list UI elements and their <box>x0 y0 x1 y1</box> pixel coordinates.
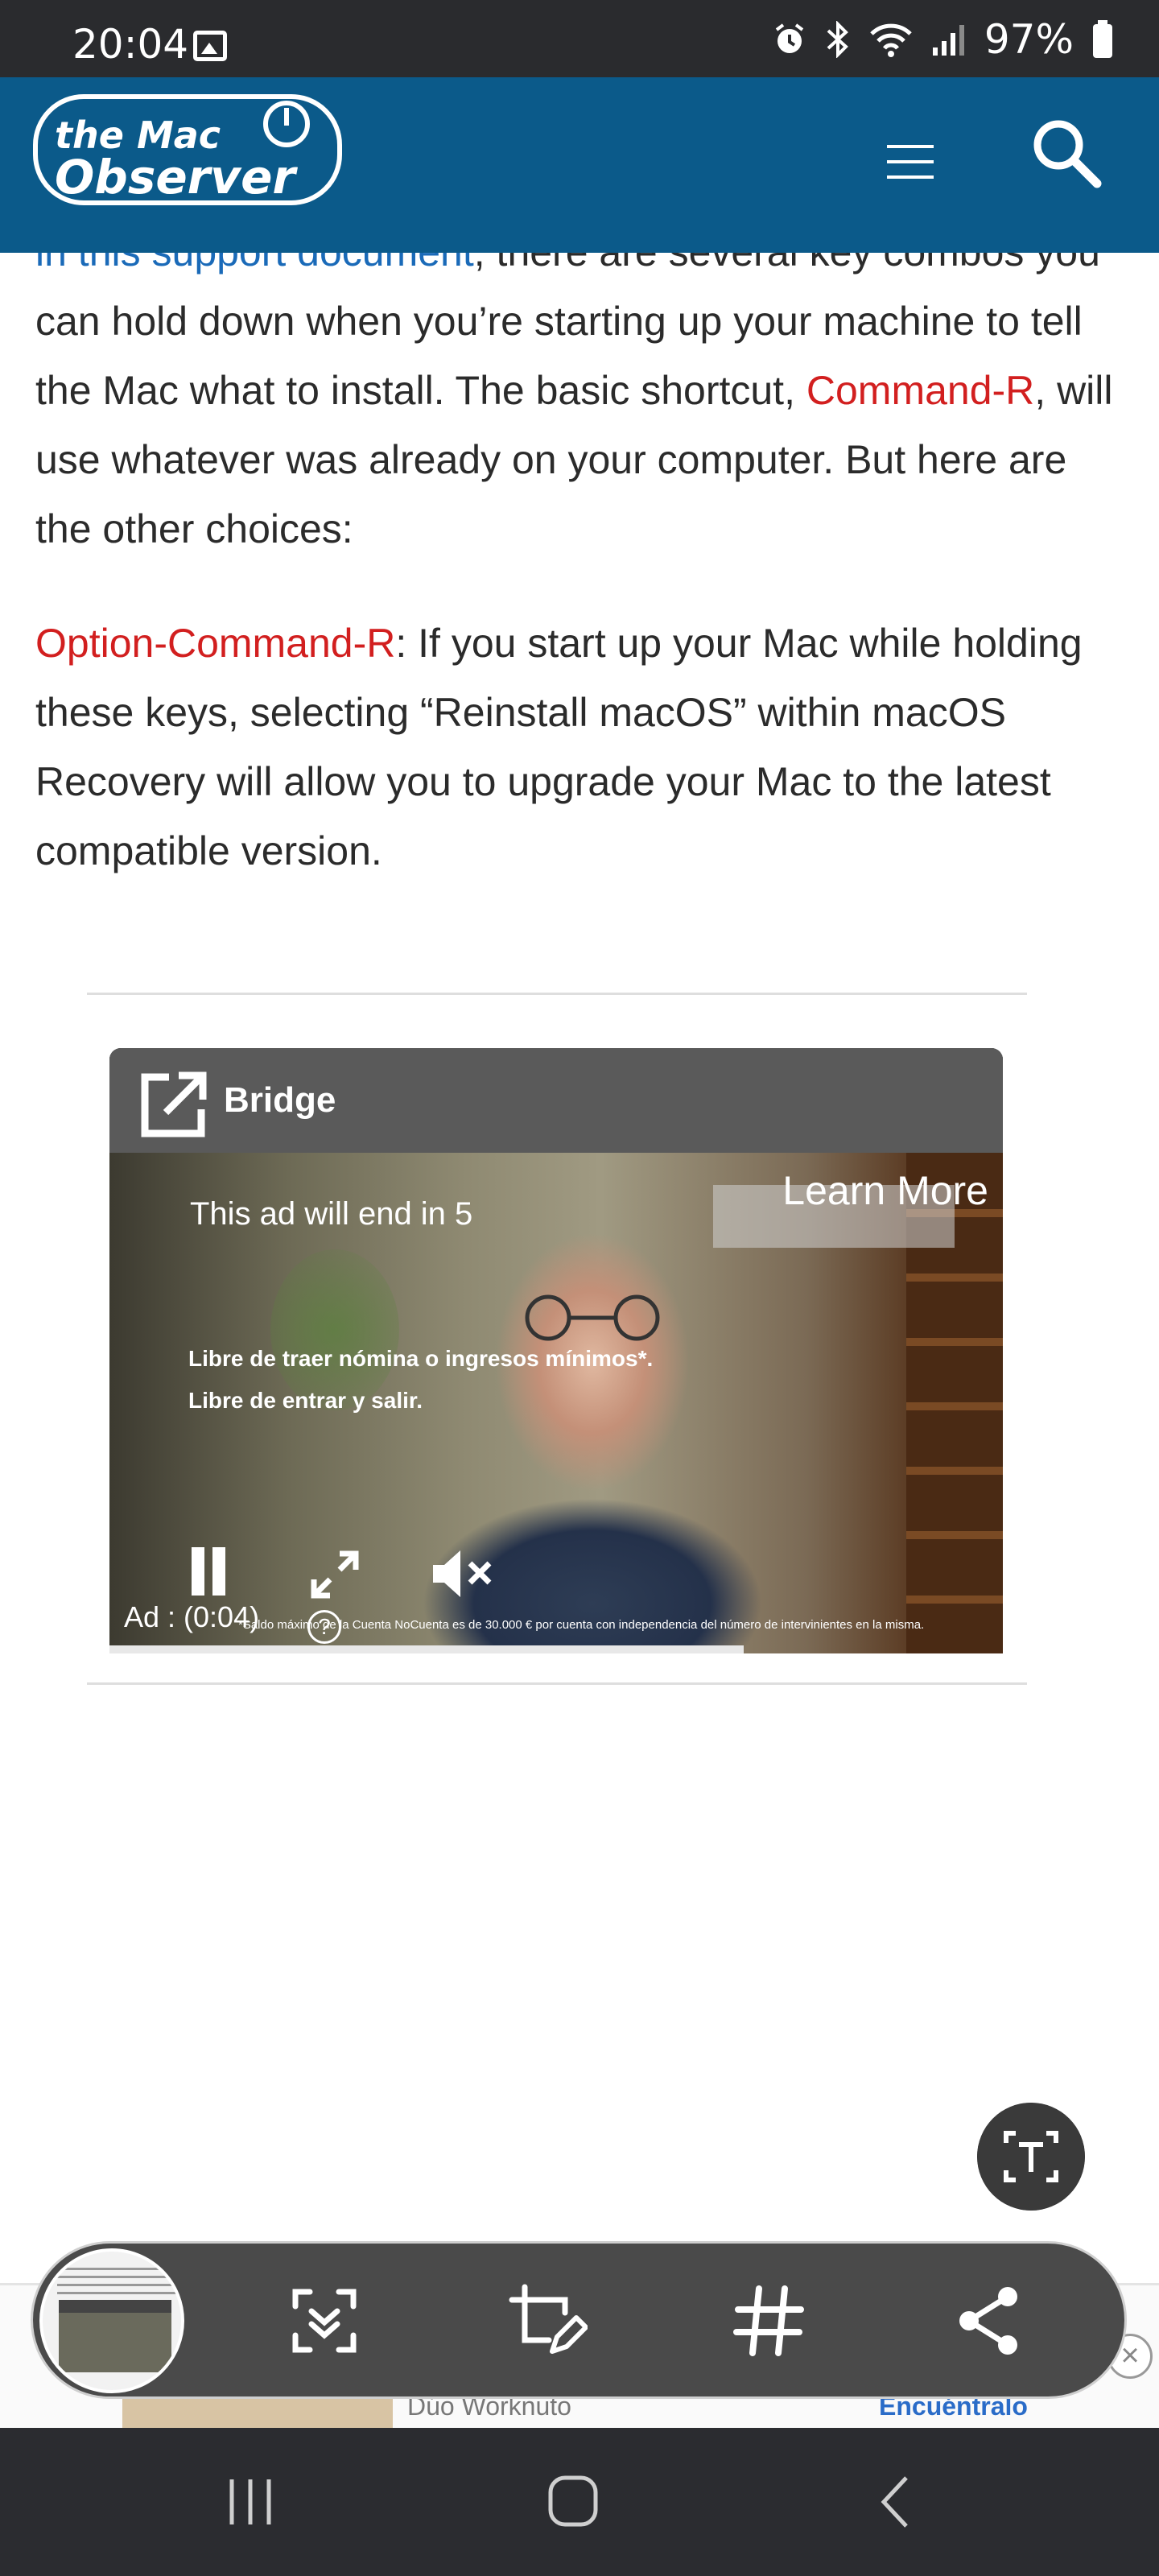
pause-bar <box>212 1547 225 1596</box>
ad-header-bar[interactable]: Bridge <box>109 1048 1003 1153</box>
site-header: the Mac Observer <box>0 77 1159 253</box>
article-paragraph-1: in this support document, there are seve… <box>35 217 1124 564</box>
ad-video-frame[interactable]: This ad will end in 5 Learn More Libre d… <box>109 1153 1003 1653</box>
status-icons: 97% <box>772 16 1114 63</box>
thumbnail-ad-preview <box>59 2300 171 2372</box>
site-logo[interactable]: the Mac Observer <box>31 89 344 209</box>
status-time: 20:04 <box>72 21 189 68</box>
battery-icon <box>1093 20 1112 58</box>
ad-copy-line-1: Libre de traer nómina o ingresos mínimos… <box>188 1346 654 1371</box>
shortcut-command-r: Command-R <box>806 368 1035 413</box>
ad-advertiser-name: Bridge <box>224 1080 336 1120</box>
scroll-capture-icon[interactable] <box>283 2279 366 2363</box>
bluetooth-icon <box>827 21 848 58</box>
screenshot-thumbnail[interactable] <box>39 2248 184 2393</box>
ad-copy: Libre de traer nómina o ingresos mínimos… <box>188 1338 653 1422</box>
screenshot-toolbar <box>31 2241 1127 2399</box>
shortcut-option-command-r: Option-Command-R <box>35 621 396 666</box>
article-paragraph-2: Option-Command-R: If you start up your M… <box>35 609 1124 886</box>
crop-edit-icon[interactable] <box>504 2279 588 2363</box>
ad-divider-bottom <box>87 1682 1027 1685</box>
search-icon[interactable] <box>1026 113 1107 193</box>
recent-apps-icon[interactable] <box>214 2470 287 2534</box>
article-body: in this support document, there are seve… <box>35 217 1124 886</box>
thumbnail-text-lines <box>57 2268 178 2295</box>
learn-more-button[interactable]: Learn More <box>782 1167 988 1214</box>
image-icon <box>193 31 227 61</box>
ad-divider-top <box>87 993 1027 995</box>
ad-person <box>525 1294 660 1341</box>
back-icon[interactable] <box>861 2470 934 2534</box>
ad-info-icon[interactable]: ? <box>307 1610 341 1644</box>
hamburger-line <box>887 175 934 179</box>
menu-button[interactable] <box>877 129 942 193</box>
pause-icon[interactable] <box>187 1547 230 1596</box>
hamburger-icon <box>887 145 934 148</box>
video-ad[interactable]: Bridge This ad will end in 5 Learn More … <box>109 1048 1003 1653</box>
mute-icon[interactable] <box>430 1547 494 1600</box>
ad-countdown: This ad will end in 5 <box>190 1196 473 1232</box>
pause-bar <box>192 1547 204 1596</box>
hamburger-line <box>887 160 934 163</box>
wifi-icon <box>870 23 912 57</box>
system-nav-bar <box>0 2428 1159 2576</box>
ad-copy-line-2: Libre de entrar y salir. <box>188 1388 423 1413</box>
logo-text-line2: Observer <box>55 150 298 204</box>
share-icon[interactable] <box>948 2279 1032 2363</box>
ad-progress-bar <box>109 1645 744 1653</box>
external-link-icon[interactable] <box>137 1067 209 1140</box>
home-icon[interactable] <box>538 2470 610 2534</box>
text-extract-icon[interactable] <box>977 2103 1085 2211</box>
signal-icon <box>932 25 964 56</box>
ad-timer: Ad : (0:04) <box>124 1600 260 1633</box>
fullscreen-icon[interactable] <box>307 1547 362 1602</box>
status-bar: 20:04 97% <box>0 0 1159 77</box>
alarm-icon <box>775 23 804 53</box>
battery-level: 97% <box>984 16 1074 63</box>
hashtag-icon[interactable] <box>727 2279 810 2363</box>
